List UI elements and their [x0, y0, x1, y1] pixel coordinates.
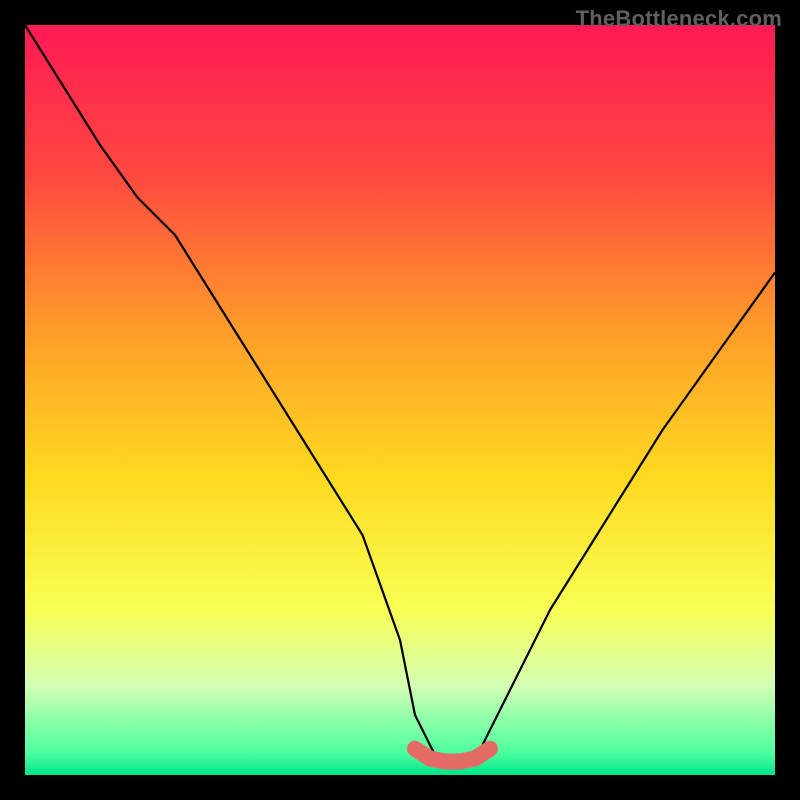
chart-container: TheBottleneck.com — [0, 0, 800, 800]
watermark-text: TheBottleneck.com — [576, 6, 782, 32]
bottleneck-chart — [25, 25, 775, 775]
gradient-background — [25, 25, 775, 775]
chart-area — [25, 25, 775, 775]
